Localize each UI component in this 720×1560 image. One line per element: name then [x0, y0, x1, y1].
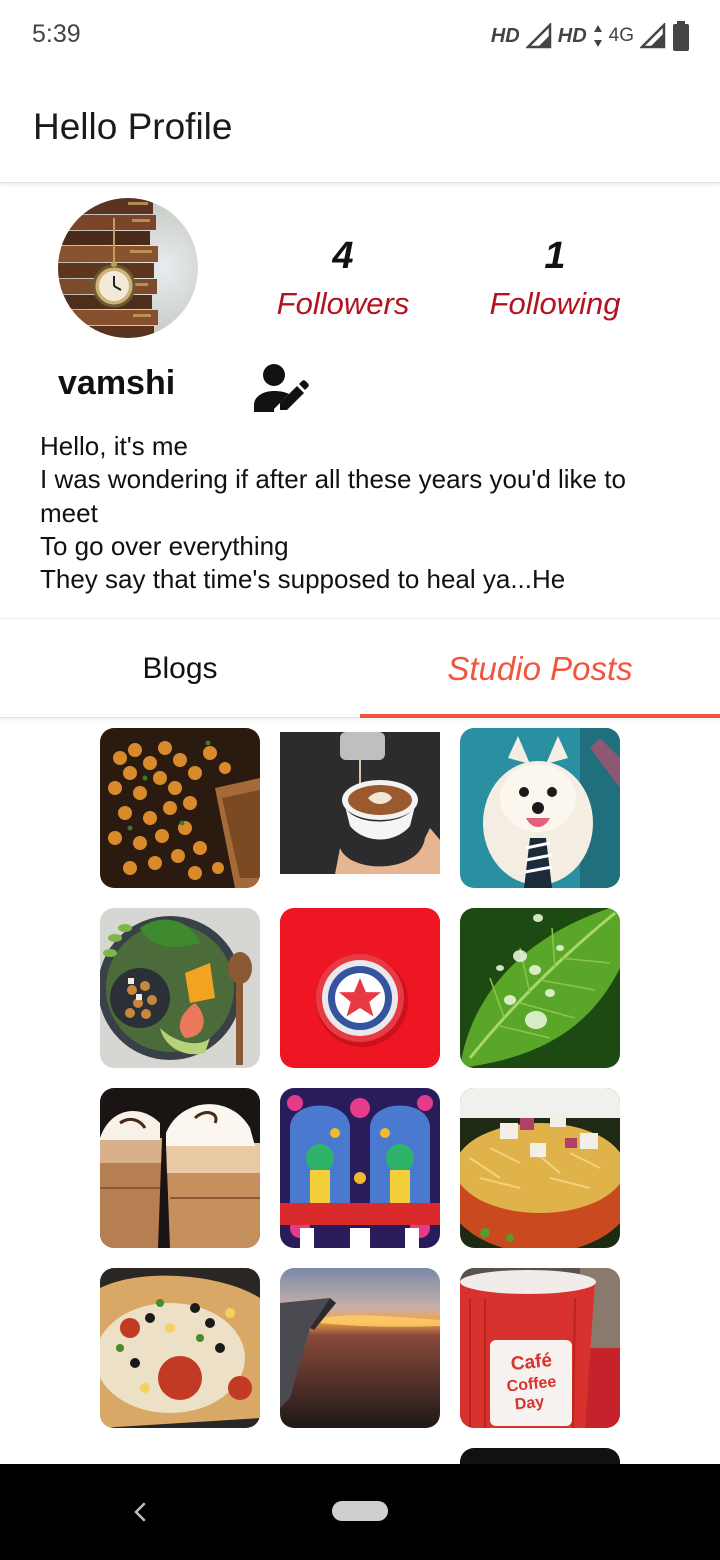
followers-count: 4 — [332, 235, 354, 277]
post-cold-coffee-glasses[interactable] — [100, 1088, 260, 1248]
post-sev-puri[interactable] — [460, 1088, 620, 1248]
back-button[interactable] — [124, 1492, 156, 1532]
post-chickpeas-dish[interactable] — [100, 728, 260, 888]
tab-blogs[interactable]: Blogs — [0, 619, 360, 719]
following-stat[interactable]: 1 Following — [455, 232, 655, 328]
post-cafe-coffee-day-cup[interactable]: Café Coffee Day — [460, 1268, 620, 1428]
username: vamshi — [58, 364, 176, 402]
signal-icon-2 — [640, 23, 666, 49]
edit-profile-button[interactable] — [250, 360, 310, 416]
post-temple-deities[interactable] — [280, 1088, 440, 1248]
signal-icon — [525, 23, 552, 49]
post-pizza[interactable] — [100, 1268, 260, 1428]
hd-indicator: HD — [490, 24, 520, 47]
post-pomeranian-dog[interactable] — [460, 728, 620, 888]
status-time: 5:39 — [32, 20, 81, 48]
post-latte-art[interactable] — [280, 728, 440, 888]
network-type: 4G — [608, 25, 634, 46]
back-chevron-icon — [124, 1502, 156, 1536]
following-label: Following — [489, 286, 621, 321]
status-icons: HD HD 4G — [491, 20, 690, 52]
page-title: Hello Profile — [33, 106, 233, 147]
edit-user-icon — [250, 364, 310, 420]
tab-indicator — [360, 714, 720, 718]
post-partial[interactable] — [460, 1448, 620, 1464]
data-arrows-icon — [593, 24, 603, 48]
hd-indicator-2: HD — [557, 24, 587, 47]
cafe-cup-text-3: Day — [514, 1394, 545, 1414]
battery-icon — [672, 21, 690, 51]
following-count: 1 — [544, 235, 566, 277]
post-salad-bowl[interactable] — [100, 908, 260, 1068]
followers-label: Followers — [276, 286, 410, 321]
post-sunset-plane-wing[interactable] — [280, 1268, 440, 1428]
cafe-cup-text-1: Café — [510, 1350, 553, 1375]
profile-bio: Hello, it's me I was wondering if after … — [40, 431, 626, 595]
home-button[interactable] — [332, 1501, 388, 1521]
status-bar: 5:39 HD HD 4G — [0, 0, 720, 72]
tab-bar: Blogs Studio Posts — [0, 618, 720, 718]
tab-studio-posts[interactable]: Studio Posts — [360, 619, 720, 719]
post-shield-logo[interactable] — [280, 908, 440, 1068]
post-water-drops-leaf[interactable] — [460, 908, 620, 1068]
app-bar: Hello Profile — [0, 72, 720, 183]
avatar[interactable] — [58, 198, 198, 338]
followers-stat[interactable]: 4 Followers — [243, 232, 443, 328]
